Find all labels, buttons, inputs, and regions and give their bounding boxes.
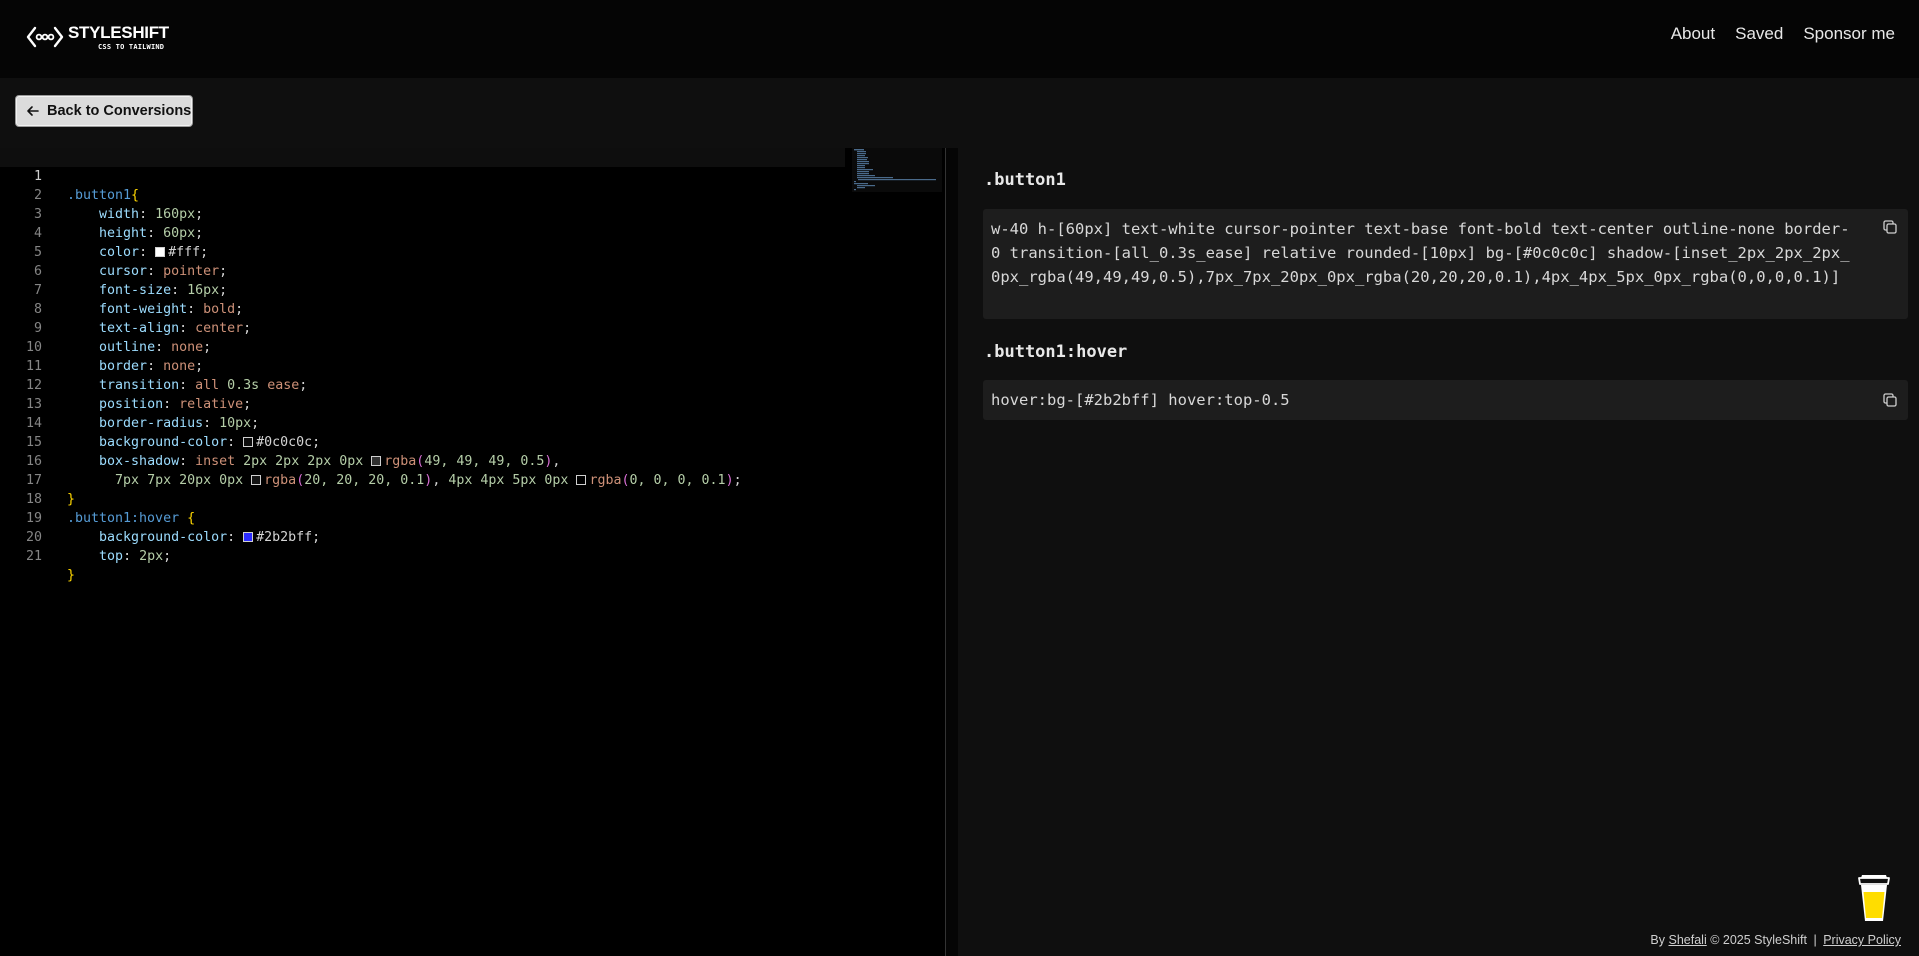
toolbar: Back to Conversions [0,78,1919,148]
code-line: 4 color: #fff; [0,205,946,260]
editor-minimap[interactable] [852,148,942,192]
output-selector-heading: .button1 [984,170,1066,190]
tailwind-classes-box: w-40 h-[60px] text-white cursor-pointer … [983,209,1908,319]
back-to-conversions-button[interactable]: Back to Conversions [15,95,193,127]
tailwind-classes-box: hover:bg-[#2b2bff] hover:top-0.5 [983,380,1908,420]
buy-me-a-coffee-icon[interactable] [1855,873,1893,923]
code-brackets-icon [26,26,64,48]
author-link[interactable]: Shefali [1669,933,1707,947]
line-number: 21 [25,549,42,564]
nav-link-sponsor[interactable]: Sponsor me [1803,24,1895,44]
code-line: 5 cursor: pointer; [0,224,946,279]
code-text: } [67,568,76,583]
brand-name: STYLESHIFT [68,22,169,42]
copyright-text: © 2025 StyleShift [1710,933,1807,947]
nav-links: About Saved Sponsor me [1671,24,1895,44]
logo[interactable]: STYLESHIFT CSS TO TAILWIND [26,22,169,52]
css-code-editor[interactable]: 1 .button1{ 2 width: 160px; 3 height: 60… [0,148,946,956]
code-line: 7 font-weight: bold; [0,262,946,317]
code-line: 8 text-align: center; [0,281,946,336]
tailwind-classes-text: hover:bg-[#2b2bff] hover:top-0.5 [991,391,1290,409]
code-line: 12 position: relative; [0,357,946,412]
footer-by: By [1650,933,1666,947]
nav-link-about[interactable]: About [1671,24,1715,44]
code-line: 20 top: 2px; [0,509,946,564]
copy-icon[interactable] [1882,219,1898,235]
footer-separator: | [1813,933,1817,947]
brand-tagline: CSS TO TAILWIND [98,42,165,51]
back-button-label: Back to Conversions [47,103,192,119]
arrow-left-icon [27,106,39,116]
code-line: 13 border-radius: 10px; [0,376,946,431]
code-line: 10 border: none; [0,319,946,374]
top-nav: STYLESHIFT CSS TO TAILWIND About Saved S… [0,0,1919,78]
code-line: 1 .button1{ [0,148,845,203]
code-line: 3 height: 60px; [0,186,946,241]
output-selector-heading: .button1:hover [984,342,1128,362]
code-line: 9 outline: none; [0,300,946,355]
code-line: 16 7px 7px 20px 0px rgba(20, 20, 20, 0.1… [0,433,946,488]
tailwind-classes-text: w-40 h-[60px] text-white cursor-pointer … [991,220,1850,286]
panel-divider[interactable] [945,148,946,956]
code-line: 17 } [0,452,946,507]
code-line: 11 transition: all 0.3s ease; [0,338,946,393]
code-line: 21 } [0,528,946,583]
code-line: 2 width: 160px; [0,167,946,222]
code-line: 18 .button1:hover { [0,471,946,526]
copy-icon[interactable] [1882,392,1898,408]
nav-link-saved[interactable]: Saved [1735,24,1783,44]
code-line: 15 box-shadow: inset 2px 2px 2px 0px rgb… [0,414,946,469]
code-line: 14 background-color: #0c0c0c; [0,395,946,450]
tailwind-output-panel: .button1 w-40 h-[60px] text-white cursor… [958,148,1919,956]
code-line: 6 font-size: 16px; [0,243,946,298]
privacy-policy-link[interactable]: Privacy Policy [1823,933,1901,947]
code-text: top: 2px; [99,549,172,564]
code-line: 19 background-color: #2b2bff; [0,490,946,545]
footer: By Shefali © 2025 StyleShift | Privacy P… [1650,933,1901,947]
